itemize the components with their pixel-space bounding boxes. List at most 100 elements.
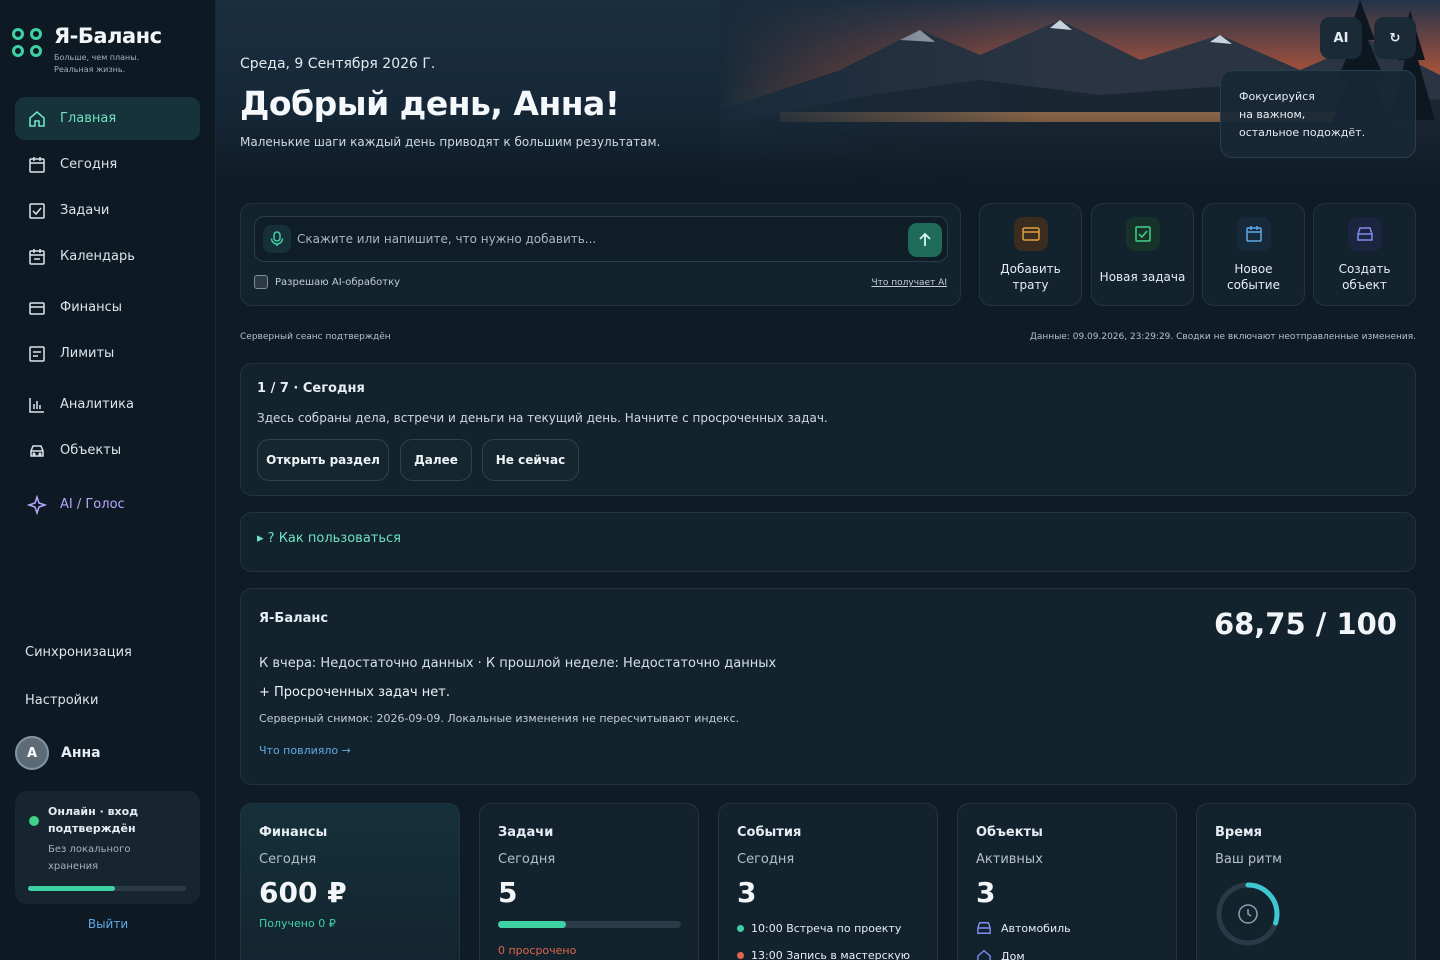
- event-dot: [737, 952, 744, 959]
- sidebar-item-objects[interactable]: Объекты: [15, 429, 200, 472]
- bar-chart-icon: [27, 395, 47, 415]
- stat-subtitle: Активных: [976, 852, 1043, 867]
- wallet-icon: [27, 298, 47, 318]
- onboarding-card: 1 / 7 · Сегодня Здесь собраны дела, встр…: [240, 363, 1416, 496]
- balance-factors-link[interactable]: Что повлияло →: [259, 744, 351, 757]
- mic-button[interactable]: [263, 225, 291, 253]
- ai-consent[interactable]: Разрешаю AI-обработку: [254, 275, 400, 289]
- clock-icon: [1238, 904, 1258, 924]
- balance-comparison: К вчера: Недостаточно данных · К прошлой…: [259, 656, 777, 671]
- stat-subtitle: Сегодня: [259, 852, 317, 867]
- object-item[interactable]: Автомобиль: [976, 921, 1071, 935]
- send-button[interactable]: [908, 223, 942, 257]
- stat-title: События: [737, 825, 802, 840]
- balance-score: 68,75 / 100: [1213, 607, 1397, 641]
- not-now-button[interactable]: Не сейчас: [482, 439, 579, 481]
- howto-accordion[interactable]: ▸ ? Как пользоваться: [240, 512, 1416, 572]
- sidebar-settings[interactable]: Настройки: [25, 693, 98, 708]
- sidebar-item-label: Аналитика: [60, 397, 134, 412]
- tile-label: Новое событие: [1227, 262, 1280, 292]
- balance-card: Я-Баланс 68,75 / 100 К вчера: Недостаточ…: [240, 588, 1416, 785]
- sidebar-item-ai-voice[interactable]: AI / Голос: [15, 483, 200, 526]
- stat-value: 600 ₽: [259, 876, 347, 909]
- stat-value: 3: [737, 876, 757, 909]
- car-icon: [1347, 217, 1382, 251]
- stat-value: 5: [498, 876, 518, 909]
- balance-highlight: + Просроченных задач нет.: [259, 685, 450, 700]
- sidebar-sync[interactable]: Синхронизация: [25, 645, 132, 660]
- data-timestamp: Данные: 09.09.2026, 23:29:29. Сводки не …: [1029, 332, 1416, 342]
- event-label: 13:00 Запись в мастерскую: [751, 949, 911, 960]
- current-date: Среда, 9 Сентября 2026 Г.: [240, 56, 436, 72]
- online-status-dot: [29, 816, 39, 826]
- create-object-button[interactable]: Создать объект: [1313, 203, 1416, 306]
- refresh-button[interactable]: ↻: [1374, 17, 1416, 59]
- limits-icon: [27, 344, 47, 364]
- status-title: Онлайн · вход подтверждён: [48, 805, 139, 835]
- calendar-icon: [1236, 217, 1271, 251]
- ai-button[interactable]: AI: [1320, 17, 1362, 59]
- stat-value: 3: [976, 876, 996, 909]
- new-task-button[interactable]: Новая задача: [1091, 203, 1194, 306]
- event-label: 10:00 Встреча по проекту: [751, 922, 902, 935]
- stat-note: Получено 0 ₽: [259, 917, 336, 930]
- event-item[interactable]: 10:00 Встреча по проекту: [737, 922, 901, 935]
- sidebar-item-label: Сегодня: [60, 157, 118, 172]
- sidebar-item-today[interactable]: Сегодня: [15, 143, 200, 186]
- stat-title: Время: [1215, 825, 1263, 840]
- new-event-button[interactable]: Новое событие: [1202, 203, 1305, 306]
- sidebar-item-calendar[interactable]: Календарь: [15, 235, 200, 278]
- wallet-icon: [1013, 217, 1048, 251]
- tile-label: Создать объект: [1338, 262, 1391, 292]
- user-profile[interactable]: А Анна: [15, 736, 101, 770]
- balance-snapshot-note: Серверный снимок: 2026-09-09. Локальные …: [259, 712, 740, 725]
- time-stat-card[interactable]: Время Ваш ритм: [1196, 803, 1416, 960]
- objects-stat-card[interactable]: Объекты Активных 3 Автомобиль Дом: [957, 803, 1177, 960]
- sidebar-item-label: AI / Голос: [60, 497, 125, 512]
- status-subtitle: Без локального хранения: [48, 844, 131, 872]
- finance-stat-card[interactable]: Финансы Сегодня 600 ₽ Получено 0 ₽: [240, 803, 460, 960]
- refresh-icon: ↻: [1389, 30, 1401, 46]
- sidebar-item-home[interactable]: Главная: [15, 97, 200, 140]
- stat-subtitle: Сегодня: [737, 852, 795, 867]
- ai-data-link[interactable]: Что получает AI: [871, 278, 947, 288]
- hero-subtitle: Маленькие шаги каждый день приводят к бо…: [240, 135, 661, 149]
- sidebar-item-label: Объекты: [60, 443, 122, 458]
- ai-consent-checkbox[interactable]: [254, 275, 268, 289]
- sidebar-item-label: Лимиты: [60, 346, 115, 361]
- stat-title: Финансы: [259, 825, 328, 840]
- tasks-stat-card[interactable]: Задачи Сегодня 5 0 просрочено: [479, 803, 699, 960]
- arrow-up-icon: [919, 232, 931, 246]
- logout-link[interactable]: Выйти: [0, 917, 216, 931]
- stat-subtitle: Сегодня: [498, 852, 556, 867]
- sidebar-item-label: Главная: [60, 111, 117, 126]
- quick-input-box: [254, 216, 948, 262]
- open-section-button[interactable]: Открыть раздел: [257, 439, 389, 481]
- tasks-progress-fill: [498, 921, 566, 928]
- time-rhythm-ring: [1216, 882, 1280, 946]
- next-button[interactable]: Далее: [400, 439, 472, 481]
- checkbox-icon: [1125, 217, 1160, 251]
- object-label: Дом: [1001, 949, 1025, 960]
- microphone-icon: [270, 231, 284, 246]
- sidebar-item-finance[interactable]: Финансы: [15, 286, 200, 329]
- sidebar-item-analytics[interactable]: Аналитика: [15, 383, 200, 426]
- quick-add-input[interactable]: [297, 217, 897, 261]
- app-logo[interactable]: Я-Баланс Больше, чем планы. Реальная жиз…: [12, 24, 179, 76]
- howto-toggle[interactable]: ▸ ? Как пользоваться: [257, 531, 401, 546]
- quick-input-card: Разрешаю AI-обработку Что получает AI: [240, 203, 961, 306]
- sidebar-item-label: Финансы: [60, 300, 123, 315]
- balance-title: Я-Баланс: [259, 611, 329, 626]
- focus-line: на важном,: [1239, 108, 1306, 121]
- calendar-icon: [27, 247, 47, 267]
- event-item[interactable]: 13:00 Запись в мастерскую: [737, 949, 910, 960]
- add-expense-button[interactable]: Добавить трату: [979, 203, 1082, 306]
- tasks-progress-bar: [498, 921, 681, 928]
- user-name: Анна: [61, 745, 101, 761]
- object-item[interactable]: Дом: [976, 949, 1025, 960]
- events-stat-card[interactable]: События Сегодня 3 10:00 Встреча по проек…: [718, 803, 938, 960]
- sidebar-item-limits[interactable]: Лимиты: [15, 332, 200, 375]
- car-icon: [977, 922, 991, 934]
- sidebar-item-tasks[interactable]: Задачи: [15, 189, 200, 232]
- car-icon: [27, 441, 47, 461]
